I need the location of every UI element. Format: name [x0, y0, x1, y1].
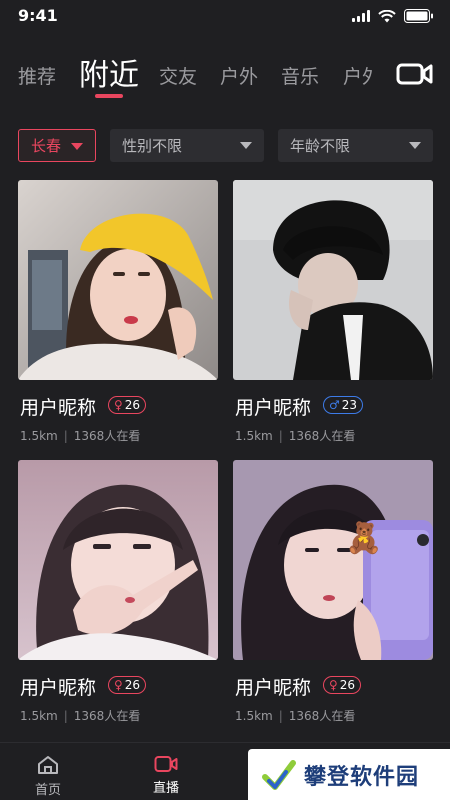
male-icon: ♂ — [329, 398, 340, 412]
viewer-count: 1368人在看 — [288, 429, 356, 443]
streamer-name: 用户昵称 — [235, 397, 312, 419]
watermark-text: 攀登软件园 — [304, 764, 420, 790]
live-video-icon — [154, 756, 178, 772]
meta-separator: | — [63, 429, 68, 443]
age-filter-dropdown[interactable]: 年龄不限 — [278, 129, 433, 162]
streamer-card[interactable]: 用户昵称 ♀ 26 1.5km | 1368人在看 — [18, 180, 218, 443]
tab-outdoor-2[interactable]: 户外 — [343, 62, 372, 89]
age-filter-label: 年龄不限 — [290, 137, 351, 155]
battery-icon — [404, 9, 433, 23]
streamer-meta: 1.5km | 1368人在看 — [20, 707, 140, 724]
streamer-card[interactable]: 用户昵称 ♂ 23 1.5km | 1368人在看 — [233, 180, 433, 443]
streamer-photo[interactable] — [18, 180, 218, 380]
watermark-logo: 攀登软件园 — [248, 749, 450, 800]
streamer-meta: 1.5km | 1368人在看 — [235, 427, 355, 444]
tab-friends[interactable]: 交友 — [159, 62, 197, 89]
female-icon: ♀ — [114, 398, 123, 412]
status-time: 9:41 — [18, 6, 58, 25]
distance: 1.5km — [235, 429, 273, 443]
distance: 1.5km — [235, 709, 273, 723]
gender-age-badge: ♀ 26 — [108, 396, 147, 414]
distance: 1.5km — [20, 709, 58, 723]
chevron-down-icon — [71, 143, 83, 150]
tab-recommend[interactable]: 推荐 — [18, 62, 56, 89]
tab-music[interactable]: 音乐 — [281, 62, 319, 89]
female-icon: ♀ — [114, 678, 123, 692]
tab-nearby[interactable]: 附近 — [79, 50, 139, 94]
wifi-icon — [378, 9, 396, 22]
streamer-name: 用户昵称 — [20, 677, 97, 699]
city-filter-label: 长春 — [31, 137, 62, 155]
gender-filter-label: 性别不限 — [122, 137, 183, 155]
age-value: 23 — [341, 398, 358, 412]
streamer-meta: 1.5km | 1368人在看 — [235, 707, 355, 724]
category-tabs: 推荐 附近 交友 户外 音乐 户外 — [0, 44, 450, 104]
cellular-signal-icon — [352, 10, 370, 22]
nav-item-home[interactable]: 首页 — [18, 755, 78, 798]
status-icons — [352, 9, 434, 23]
meta-separator: | — [63, 709, 68, 723]
gender-age-badge: ♂ 23 — [323, 396, 364, 414]
nav-item-label: 直播 — [152, 781, 179, 796]
streamer-photo[interactable] — [18, 460, 218, 660]
streamer-photo[interactable] — [233, 180, 433, 380]
age-value: 26 — [339, 678, 356, 692]
active-tab-indicator — [95, 94, 123, 98]
status-bar: 9:41 — [0, 0, 450, 34]
streamer-card[interactable]: 🧸 用户昵称 ♀ 26 1.5km | 1368人在看 — [233, 460, 433, 723]
chevron-down-icon — [240, 142, 252, 149]
gender-age-badge: ♀ 26 — [108, 676, 147, 694]
streamer-photo[interactable]: 🧸 — [233, 460, 433, 660]
viewer-count: 1368人在看 — [73, 429, 141, 443]
age-value: 26 — [124, 678, 141, 692]
nav-item-label: 首页 — [34, 783, 61, 798]
female-icon: ♀ — [329, 678, 338, 692]
meta-separator: | — [278, 429, 283, 443]
streamer-name: 用户昵称 — [235, 677, 312, 699]
meta-separator: | — [278, 709, 283, 723]
distance: 1.5km — [20, 429, 58, 443]
streamer-meta: 1.5km | 1368人在看 — [20, 427, 140, 444]
streamer-name: 用户昵称 — [20, 397, 97, 419]
teddy-bear-sticker: 🧸 — [345, 520, 382, 556]
gender-age-badge: ♀ 26 — [323, 676, 362, 694]
nav-item-live[interactable]: 直播 — [136, 755, 196, 796]
video-camera-icon[interactable] — [396, 60, 434, 88]
tabs-scroll[interactable]: 推荐 附近 交友 户外 音乐 户外 — [0, 44, 372, 104]
streamer-card[interactable]: 用户昵称 ♀ 26 1.5km | 1368人在看 — [18, 460, 218, 723]
viewer-count: 1368人在看 — [288, 709, 356, 723]
viewer-count: 1368人在看 — [73, 709, 141, 723]
check-logo-icon — [262, 759, 296, 790]
age-value: 26 — [124, 398, 141, 412]
city-filter-dropdown[interactable]: 长春 — [18, 129, 96, 162]
chevron-down-icon — [409, 142, 421, 149]
gender-filter-dropdown[interactable]: 性别不限 — [110, 129, 264, 162]
tab-outdoor[interactable]: 户外 — [220, 62, 258, 89]
filter-bar: 长春 性别不限 年龄不限 — [18, 129, 433, 162]
home-icon — [38, 756, 58, 774]
